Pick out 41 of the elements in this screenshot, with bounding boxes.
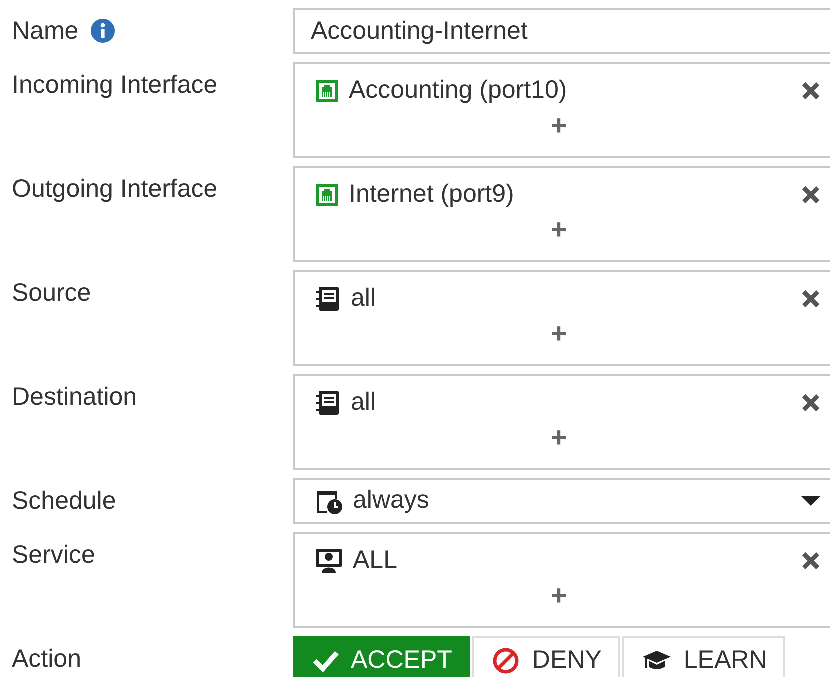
field-label: Action — [12, 644, 82, 675]
no-entry-icon — [492, 647, 520, 675]
schedule-dropdown[interactable]: always — [293, 478, 830, 524]
close-icon[interactable] — [801, 81, 821, 101]
address-book-icon — [315, 390, 341, 416]
multi-select-field[interactable]: all + — [293, 270, 830, 366]
action-option[interactable]: ACCEPT — [293, 636, 470, 677]
close-icon[interactable] — [801, 185, 821, 205]
add-button[interactable]: + — [546, 216, 572, 244]
network-port-icon — [315, 183, 339, 207]
monitor-person-icon — [315, 547, 343, 575]
name-input[interactable]: Accounting-Internet — [293, 8, 830, 54]
entry-text: all — [351, 387, 378, 418]
action-option[interactable]: DENY — [472, 636, 620, 677]
field-label: Outgoing Interface — [12, 174, 218, 205]
multi-select-field[interactable]: Accounting (port10) + — [293, 62, 830, 158]
field-label: Incoming Interface — [12, 70, 218, 101]
add-button[interactable]: + — [546, 320, 572, 348]
entry-text: Internet (port9) — [349, 179, 516, 210]
close-icon[interactable] — [801, 289, 821, 309]
action-option[interactable]: LEARN — [622, 636, 786, 677]
field-label: Destination — [12, 382, 138, 413]
multi-select-field[interactable]: ALL + — [293, 532, 830, 628]
entry-text: ALL — [353, 545, 398, 576]
field-label: Name — [12, 16, 79, 47]
close-icon[interactable] — [801, 393, 821, 413]
field-label: Source — [12, 278, 92, 309]
add-button[interactable]: + — [546, 582, 572, 610]
check-icon — [313, 650, 339, 672]
entry-text: all — [351, 283, 378, 314]
add-button[interactable]: + — [546, 112, 572, 140]
network-port-icon — [315, 79, 339, 103]
multi-select-field[interactable]: Internet (port9) + — [293, 166, 830, 262]
field-label: Schedule — [12, 486, 116, 517]
add-button[interactable]: + — [546, 424, 572, 452]
caret-icon — [801, 495, 821, 507]
multi-select-field[interactable]: all + — [293, 374, 830, 470]
entry-text: Accounting (port10) — [349, 75, 568, 106]
close-icon[interactable] — [801, 551, 821, 571]
address-book-icon — [315, 286, 341, 312]
field-label: Service — [12, 540, 96, 571]
